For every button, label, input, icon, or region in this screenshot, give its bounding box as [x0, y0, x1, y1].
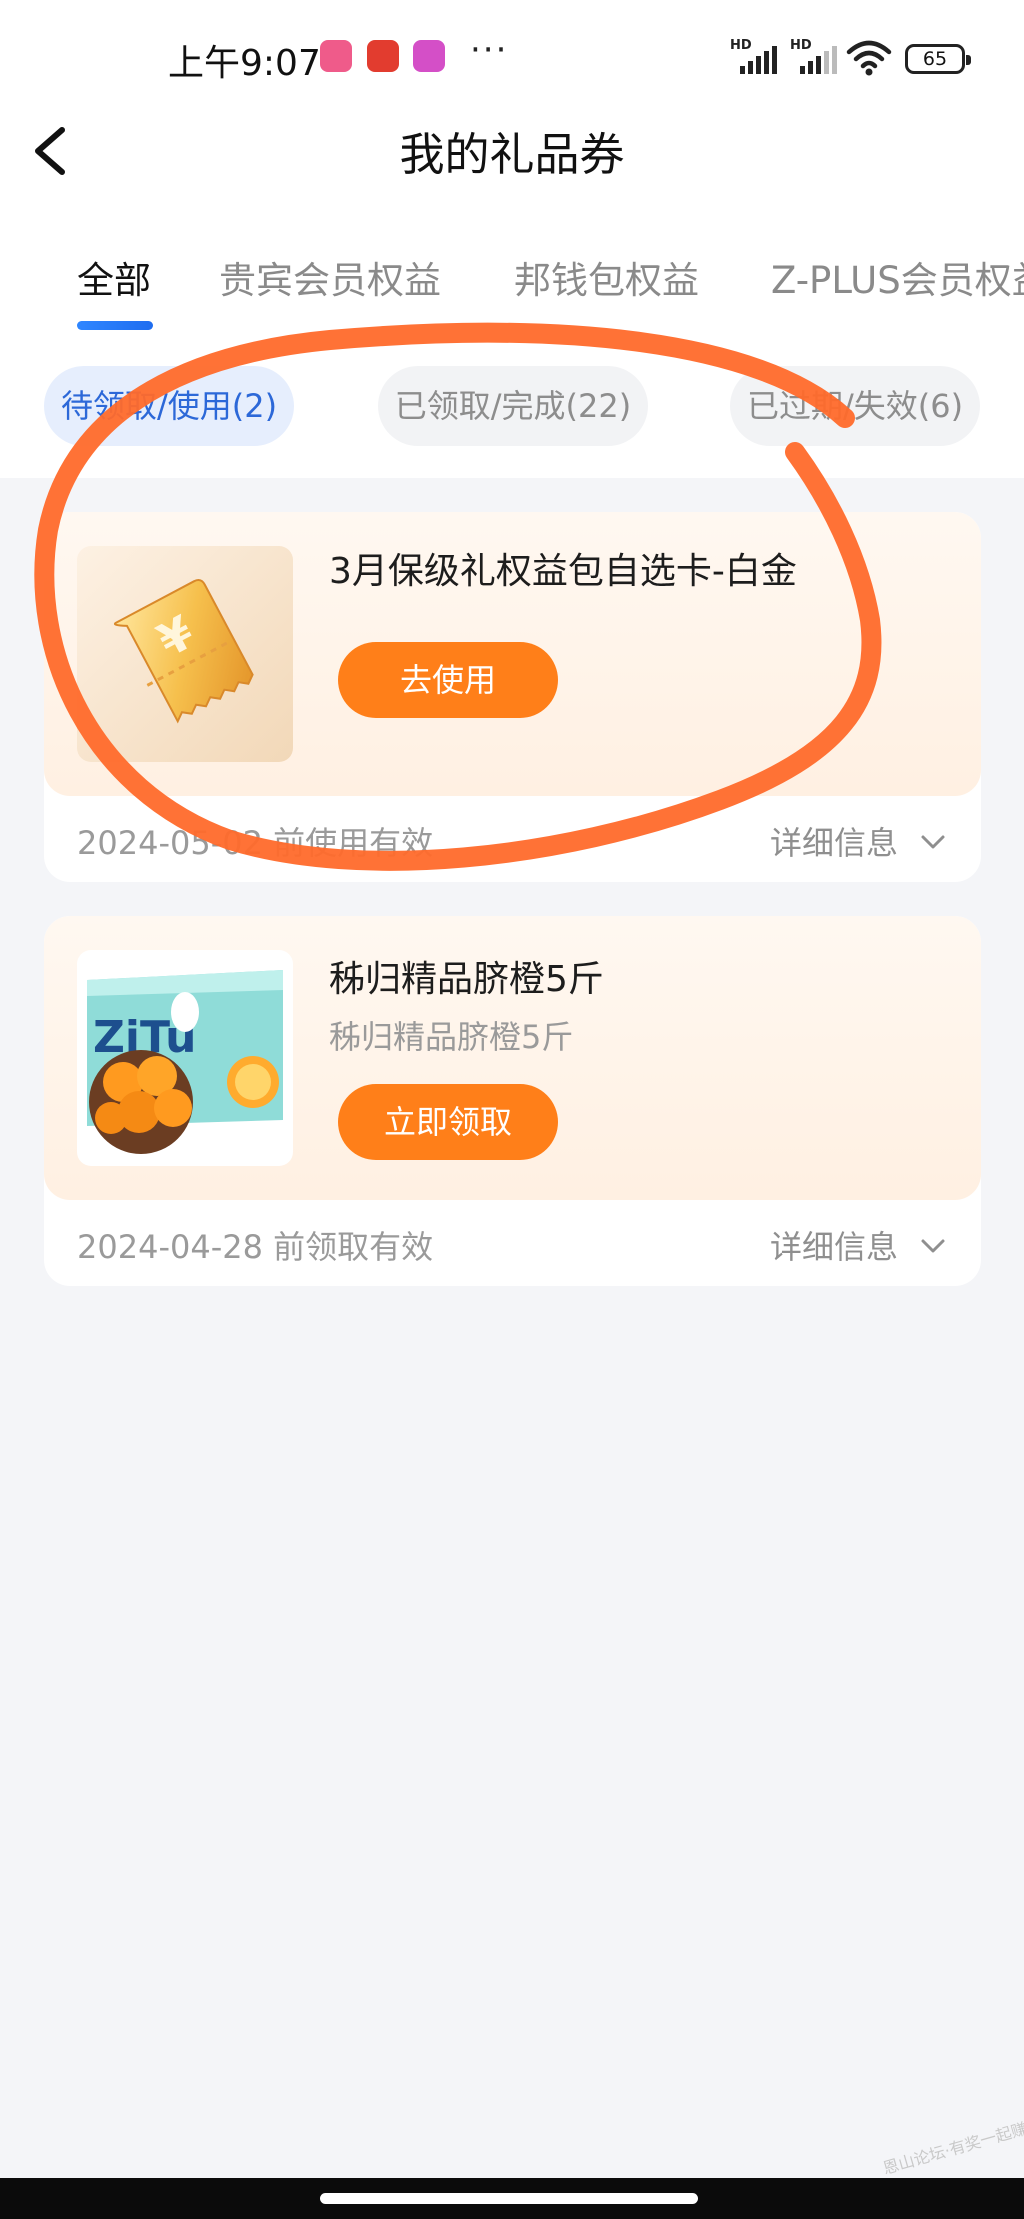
use-coupon-button[interactable]: 去使用: [338, 642, 558, 718]
clock: 上午9:07: [168, 43, 321, 84]
more-notifications-icon: ···: [470, 30, 509, 70]
chevron-down-icon[interactable]: [919, 832, 947, 852]
filter-pending[interactable]: 待领取/使用(2): [44, 366, 294, 446]
coupon-subtitle: 秭归精品脐橙5斤: [329, 1018, 574, 1056]
active-tab-indicator: [77, 321, 153, 330]
coupon-card[interactable]: ¥ 3月保级礼权益包自选卡-白金 去使用 2024-05-02 前使用有效 详细…: [44, 512, 981, 882]
battery-indicator: 65: [905, 44, 971, 74]
coupon-image: ¥: [77, 546, 293, 762]
tab-vip-benefits[interactable]: 贵宾会员权益: [219, 250, 441, 304]
detail-info-link[interactable]: 详细信息: [770, 818, 898, 864]
claim-coupon-button[interactable]: 立即领取: [338, 1084, 558, 1160]
coupon-expiry: 2024-05-02 前使用有效: [77, 824, 434, 862]
filter-completed[interactable]: 已领取/完成(22): [378, 366, 648, 446]
status-bar: 上午9:07 ··· HD HD 65: [0, 0, 1024, 116]
coupon-card[interactable]: ZiTu 秭归精品脐橙5斤 秭归精品脐橙5斤 立即领取 2024-04-28 前…: [44, 916, 981, 1286]
coupon-title: 3月保级礼权益包自选卡-白金: [329, 551, 797, 592]
coupon-expiry: 2024-04-28 前领取有效: [77, 1228, 434, 1266]
watermark: 恩山论坛·有奖一起赚: [880, 2118, 1024, 2179]
filter-expired[interactable]: 已过期/失效(6): [730, 366, 980, 446]
chevron-down-icon[interactable]: [919, 1236, 947, 1256]
app-notification-icon: [413, 40, 445, 72]
app-notification-icon: [367, 40, 399, 72]
tab-all[interactable]: 全部: [77, 250, 151, 304]
home-indicator[interactable]: [320, 2193, 698, 2204]
tab-zplus-benefits[interactable]: Z-PLUS会员权益: [771, 250, 1024, 304]
page-title: 我的礼品券: [399, 128, 625, 181]
detail-info-link[interactable]: 详细信息: [770, 1222, 898, 1268]
wifi-icon: [846, 40, 892, 76]
product-image: ZiTu: [77, 950, 293, 1166]
coupon-title: 秭归精品脐橙5斤: [329, 959, 604, 1000]
tab-wallet-benefits[interactable]: 邦钱包权益: [514, 250, 699, 304]
app-notification-icon: [320, 40, 352, 72]
